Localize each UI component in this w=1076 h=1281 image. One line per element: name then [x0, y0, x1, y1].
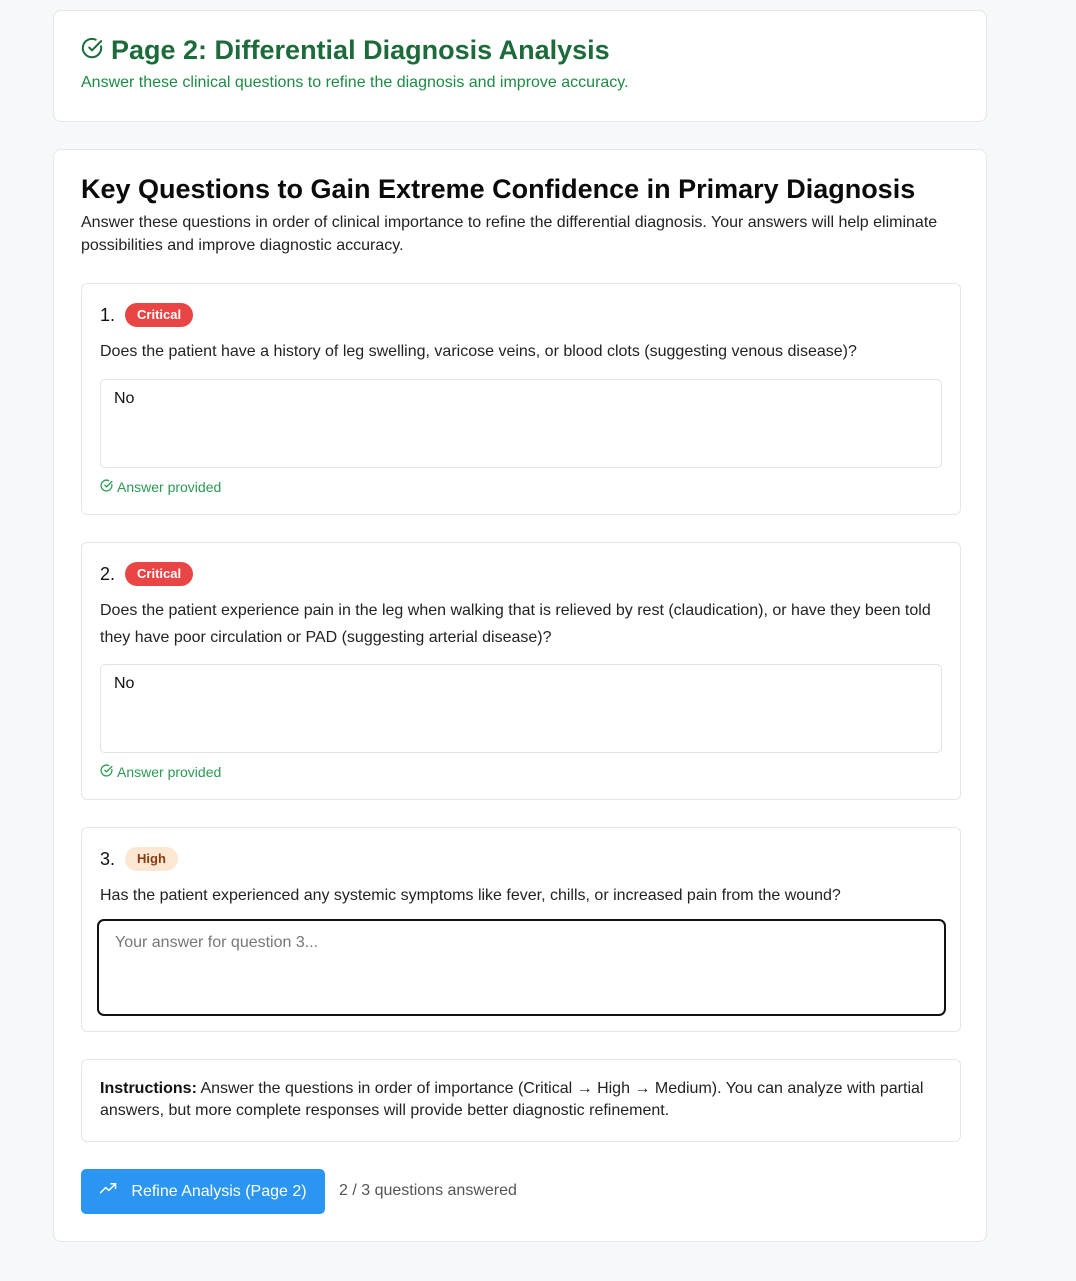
section-description: Answer these questions in order of clini… [81, 214, 938, 254]
page-header-card: Page 2: Differential Diagnosis Analysis … [53, 10, 987, 122]
priority-badge: Critical [125, 562, 194, 586]
priority-badge: High [125, 847, 178, 871]
answer-field-2[interactable]: No [100, 664, 942, 753]
instructions-text: Answer the questions in order of importa… [100, 1080, 924, 1119]
check-circle-icon [81, 35, 103, 66]
trending-up-icon [99, 1180, 117, 1203]
questions-card: Key Questions to Gain Extreme Confidence… [53, 149, 987, 1242]
answer-status-text: Answer provided [117, 479, 222, 495]
answer-status: Answer provided [100, 479, 221, 495]
page-title-text: Page 2: Differential Diagnosis Analysis [111, 35, 610, 65]
question-text: Does the patient experience pain in the … [100, 602, 931, 646]
question-card-2: 2. Critical Does the patient experience … [81, 542, 961, 800]
question-number: 3. [100, 848, 116, 869]
question-number: 2. [100, 563, 116, 584]
refine-analysis-label: Refine Analysis (Page 2) [131, 1182, 307, 1200]
answer-field-1[interactable]: No [100, 379, 942, 468]
check-circle-icon [100, 764, 113, 780]
section-title: Key Questions to Gain Extreme Confidence… [81, 174, 916, 204]
question-text: Has the patient experienced any systemic… [100, 887, 841, 904]
page-subtitle: Answer these clinical questions to refin… [81, 74, 629, 91]
question-text: Does the patient have a history of leg s… [100, 343, 857, 360]
answer-status: Answer provided [100, 764, 221, 780]
priority-badge: Critical [125, 303, 194, 327]
page-title: Page 2: Differential Diagnosis Analysis [81, 35, 610, 66]
question-card-3: 3. High Has the patient experienced any … [81, 827, 961, 1032]
instructions-label: Instructions: [100, 1080, 197, 1097]
instructions-box: Instructions: Answer the questions in or… [81, 1059, 961, 1142]
answer-status-text: Answer provided [117, 764, 222, 780]
refine-analysis-button[interactable]: Refine Analysis (Page 2) [81, 1169, 325, 1214]
question-number: 1. [100, 304, 116, 325]
answer-field-3[interactable] [97, 919, 946, 1016]
check-circle-icon [100, 479, 113, 495]
answered-count: 2 / 3 questions answered [339, 1182, 517, 1199]
question-card-1: 1. Critical Does the patient have a hist… [81, 283, 961, 515]
